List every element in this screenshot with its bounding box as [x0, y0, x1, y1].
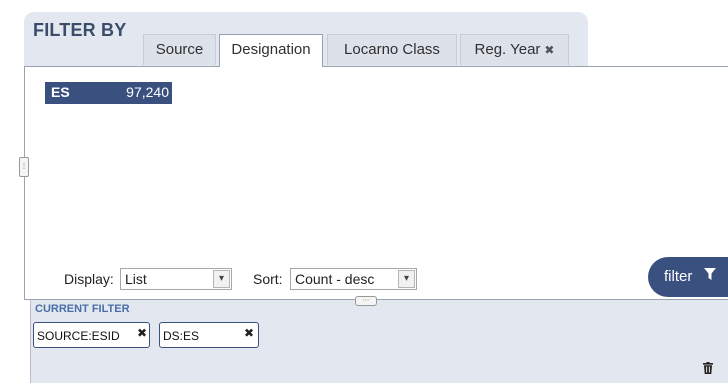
- filter-chip-label: DS:ES: [163, 329, 200, 343]
- sort-select-value: Count - desc: [295, 271, 375, 287]
- funnel-icon: [704, 268, 716, 284]
- filter-chip-ds: DS:ES ✖: [159, 322, 259, 348]
- tab-source[interactable]: Source: [143, 34, 216, 65]
- result-row[interactable]: ES 97,240: [45, 82, 172, 104]
- tab-designation[interactable]: Designation: [219, 34, 323, 67]
- close-icon[interactable]: ✖: [244, 326, 254, 340]
- result-code: ES: [51, 84, 70, 100]
- vertical-resize-handle[interactable]: ⁞: [19, 157, 29, 177]
- result-count: 97,240: [126, 84, 169, 100]
- sort-select[interactable]: Count - desc ▾: [290, 268, 417, 290]
- tab-designation-label: Designation: [231, 41, 311, 58]
- sort-label: Sort:: [253, 271, 283, 287]
- chevron-down-icon: ▾: [398, 270, 415, 288]
- display-label: Display:: [64, 271, 114, 287]
- tab-locarno-class-label: Locarno Class: [344, 41, 440, 58]
- filter-button[interactable]: filter: [648, 257, 728, 297]
- close-icon[interactable]: ✖: [137, 326, 147, 340]
- trash-icon[interactable]: [703, 361, 713, 374]
- filter-panel-title: FILTER BY: [33, 20, 127, 40]
- chevron-down-icon: ▾: [213, 270, 230, 288]
- current-filter-title: CURRENT FILTER: [35, 303, 130, 315]
- filter-button-label: filter: [664, 268, 693, 285]
- display-select[interactable]: List ▾: [120, 268, 232, 290]
- horizontal-resize-handle[interactable]: ⋯: [355, 296, 377, 306]
- tab-reg-year[interactable]: Reg. Year ✖: [460, 34, 569, 65]
- display-select-value: List: [125, 271, 147, 287]
- tab-source-label: Source: [155, 41, 204, 58]
- tab-locarno-class[interactable]: Locarno Class: [327, 34, 457, 65]
- filter-chip-label: SOURCE:ESID: [37, 329, 120, 343]
- tab-close-icon[interactable]: ✖: [544, 43, 554, 57]
- filter-chip-source: SOURCE:ESID ✖: [33, 322, 150, 348]
- filter-widget: FILTER BY Source Designation Locarno Cla…: [0, 0, 728, 383]
- tab-reg-year-label: Reg. Year: [474, 41, 541, 58]
